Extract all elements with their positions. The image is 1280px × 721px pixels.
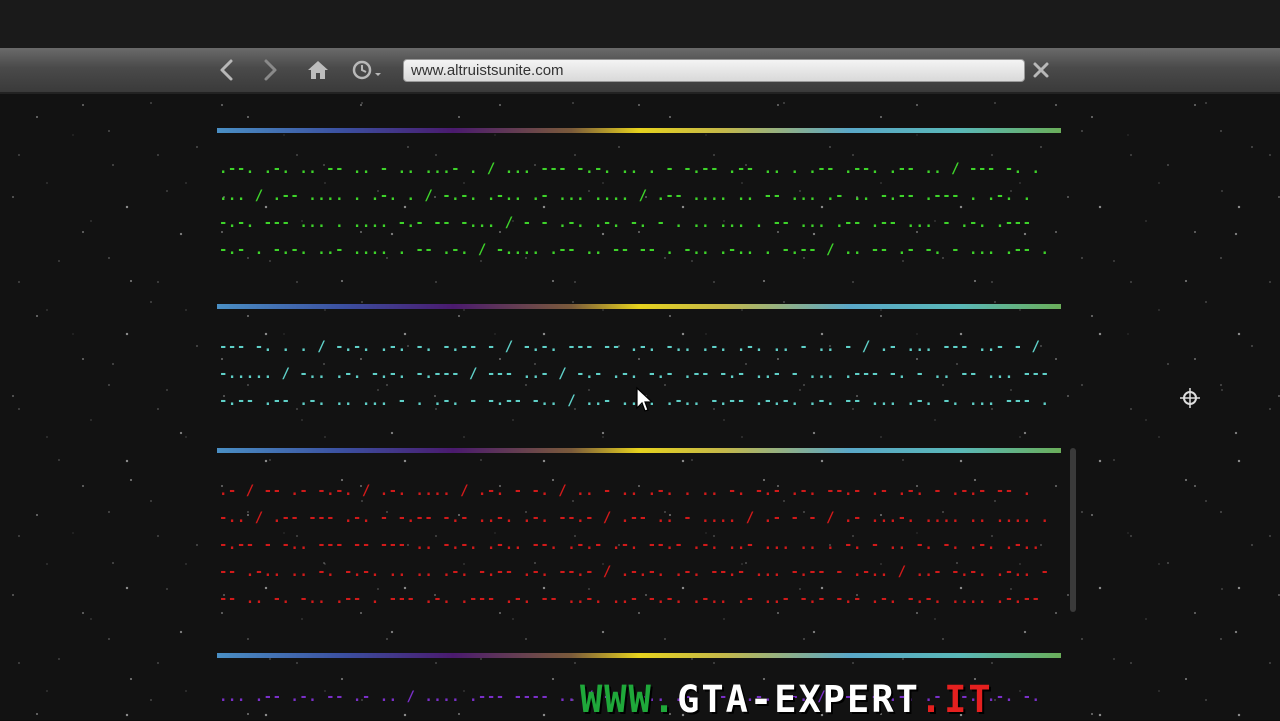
scrollbar[interactable] — [1070, 448, 1076, 612]
morse-code-block-green: .--. .-. .. -- .. - .. ...- . / ... --- … — [219, 161, 1050, 258]
back-arrow-icon[interactable] — [213, 56, 241, 84]
forward-arrow-icon[interactable] — [256, 56, 284, 84]
mouse-cursor-icon — [635, 386, 655, 414]
rainbow-divider — [217, 653, 1061, 658]
watermark-name: GTA-EXPERT — [677, 678, 920, 721]
crosshair-icon — [1179, 387, 1201, 409]
close-icon[interactable] — [1027, 56, 1055, 84]
home-icon[interactable] — [304, 56, 332, 84]
address-bar[interactable]: www.altruistsunite.com — [403, 59, 1025, 82]
browser-toolbar: www.altruistsunite.com — [0, 48, 1280, 94]
rainbow-divider — [217, 304, 1061, 309]
watermark-prefix: WWW. — [580, 678, 678, 721]
window-top-bar — [0, 0, 1280, 48]
watermark-suffix: .IT — [919, 678, 993, 721]
rainbow-divider — [217, 128, 1061, 133]
site-watermark: WWW.GTA-EXPERT.IT — [580, 680, 1280, 720]
history-clock-icon[interactable] — [350, 56, 388, 84]
rainbow-divider — [217, 448, 1061, 453]
web-page: .--. .-. .. -- .. - .. ...- . / ... --- … — [0, 94, 1280, 720]
morse-code-block-red: .- / -- .- -.-. / .-. .... / .-. - -. / … — [219, 483, 1050, 607]
